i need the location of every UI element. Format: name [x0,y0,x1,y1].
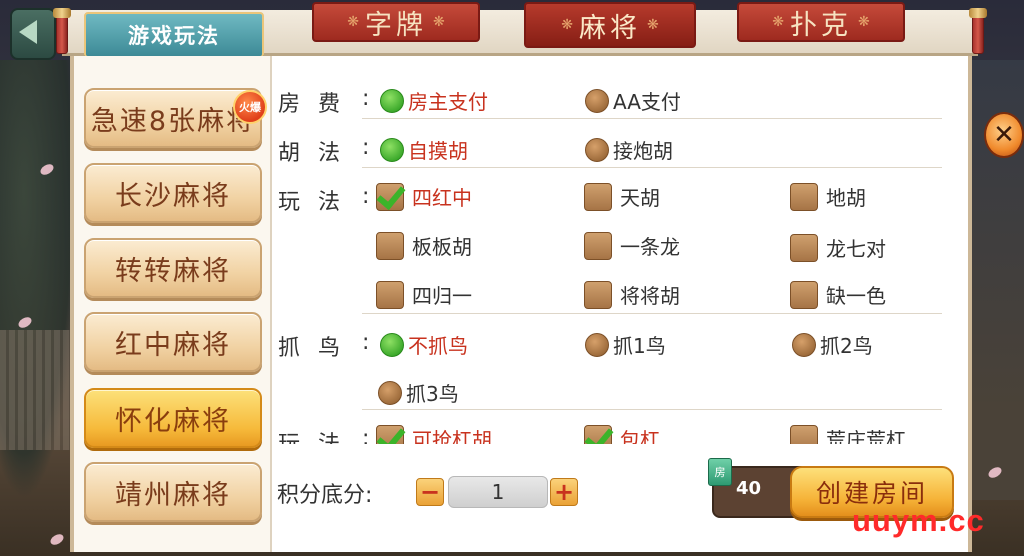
rule2-option-huangzhuang[interactable]: 荒庄荒杠 [790,424,906,444]
close-button[interactable]: ✕ [984,112,1024,158]
rule-option-sihongzhong[interactable]: 四红中 [376,182,472,211]
play-rules-2-label: 玩法 [278,426,358,444]
radio-off-icon [792,332,816,357]
petal-decoration [48,532,66,547]
checkbox-checked-icon [584,424,612,444]
checkbox-icon [790,182,818,211]
bird-label: 抓鸟 [278,336,359,361]
tab-ornament-icon: ❋ [561,17,573,33]
rule-option-longqidui[interactable]: 龙七对 [790,233,886,262]
divider [362,313,942,314]
checkbox-icon [790,233,818,262]
rule-option-queyise[interactable]: 缺一色 [790,280,886,309]
sidebar-item-huaihua[interactable]: 怀化麻将 [84,388,262,448]
checkbox-icon [584,280,612,309]
watermark: uuym.cc [852,503,985,538]
sidebar-item-jingzhou[interactable]: 靖州麻将 [84,462,262,522]
close-icon: ✕ [993,120,1015,150]
rule-option-siguiyi[interactable]: 四归一 [376,280,472,309]
fee-option-owner[interactable]: 房主支付 [380,86,488,115]
bird-option-3[interactable]: 抓3鸟 [378,378,459,407]
sidebar-item-hongzhong[interactable]: 红中麻将 [84,312,262,372]
fee-label: 房费 [278,92,359,117]
tab-ornament-icon: ❋ [433,14,445,30]
tab-ornament-icon: ❋ [647,17,659,33]
scroll-rod-right [972,12,984,54]
tab-majiang[interactable]: ❋ 麻将 ❋ [524,2,696,48]
hu-option-zimo[interactable]: 自摸胡 [380,135,468,164]
bird-option-none[interactable]: 不抓鸟 [380,330,468,359]
checkbox-icon [376,280,404,309]
divider [362,167,942,168]
label-colon: : [362,330,370,355]
label-colon: : [362,184,370,209]
back-arrow-icon [19,20,37,44]
background-wall [0,330,80,450]
hu-method-label: 胡法 [278,141,359,166]
hot-badge: 火爆 [233,90,267,124]
sidebar-item-changsha[interactable]: 长沙麻将 [84,163,262,223]
tab-puke[interactable]: ❋ 扑克 ❋ [737,2,905,42]
rule-option-yitiaolong[interactable]: 一条龙 [584,231,680,260]
tab-zipai[interactable]: ❋ 字牌 ❋ [312,2,480,42]
rule-option-jiangjianghu[interactable]: 将将胡 [584,280,680,309]
scroll-rod-left [56,12,68,54]
clipped-row: 玩法 : 可抢杠胡 包杠 荒庄荒杠 [272,420,968,444]
scroll-cap [969,8,987,18]
divider [362,409,942,410]
label-colon: : [362,86,370,111]
radio-off-icon [585,88,609,113]
bird-option-1[interactable]: 抓1鸟 [585,330,666,359]
checkbox-icon [584,231,612,260]
scroll-cap [53,8,71,18]
room-card-icon: 房 [708,458,732,486]
radio-on-icon [380,88,404,113]
play-rules-label: 玩法 [278,190,359,215]
room-cost: 40 [736,478,762,499]
sidebar-item-zhuanzhuan[interactable]: 转转麻将 [84,238,262,298]
score-label: 积分底分: [277,483,373,508]
hu-option-jiepao[interactable]: 接炮胡 [585,135,673,164]
tab-ornament-icon: ❋ [772,14,784,30]
section-title: 游戏玩法 [84,12,264,58]
radio-off-icon [378,380,402,405]
rule2-option-qiangganghu[interactable]: 可抢杠胡 [376,424,492,444]
divider [362,118,942,119]
rule2-option-baogang[interactable]: 包杠 [584,424,660,444]
radio-on-icon [380,137,404,162]
label-colon: : [362,135,370,160]
tab-ornament-icon: ❋ [858,14,870,30]
rule-option-dihu[interactable]: 地胡 [790,182,866,211]
checkbox-checked-icon [376,182,404,211]
score-value[interactable]: 1 [448,476,548,508]
checkbox-icon [790,424,818,444]
checkbox-icon [790,280,818,309]
checkbox-icon [376,231,404,260]
fee-option-aa[interactable]: AA支付 [585,86,681,115]
bird-option-2[interactable]: 抓2鸟 [792,330,873,359]
score-increase-button[interactable]: + [550,478,578,506]
radio-off-icon [585,332,609,357]
tab-ornament-icon: ❋ [347,14,359,30]
checkbox-checked-icon [376,424,404,444]
rule-option-tianhu[interactable]: 天胡 [584,182,660,211]
score-decrease-button[interactable]: − [416,478,444,506]
label-colon: : [362,426,370,444]
rule-option-banbanhu[interactable]: 板板胡 [376,231,472,260]
radio-on-icon [380,332,404,357]
checkbox-icon [584,182,612,211]
radio-off-icon [585,137,609,162]
